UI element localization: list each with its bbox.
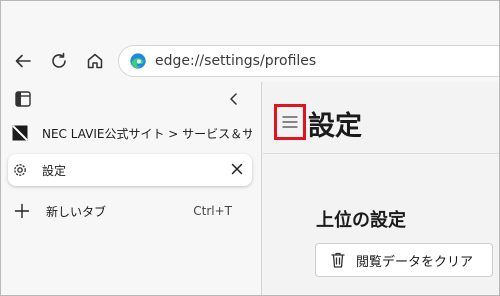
hamburger-menu-icon — [282, 116, 298, 128]
browser-toolbar: edge://settings/profiles — [0, 0, 500, 82]
address-bar[interactable]: edge://settings/profiles — [118, 45, 500, 77]
edge-logo-icon — [130, 53, 146, 69]
tab-settings[interactable]: 設定 — [8, 154, 252, 186]
back-icon — [15, 54, 31, 68]
new-tab-label: 新しいタブ — [46, 204, 107, 219]
back-button[interactable] — [10, 48, 36, 74]
page-title: 設定 — [308, 111, 362, 142]
section-title: 上位の設定 — [316, 210, 406, 231]
nec-favicon-icon — [12, 125, 28, 141]
plus-icon — [14, 203, 30, 219]
tab-label: NEC LAVIE公式サイト > サービス＆サポート — [42, 126, 252, 141]
close-icon[interactable] — [230, 162, 244, 176]
clear-browsing-data-button[interactable]: 閲覧データをクリア — [315, 243, 493, 277]
settings-menu-button[interactable] — [274, 104, 306, 140]
new-tab-shortcut: Ctrl+T — [193, 204, 232, 218]
gear-icon — [14, 164, 26, 176]
vertical-tabs-pane: NEC LAVIE公式サイト > サービス＆サポート 設定 新しいタブ Ctrl… — [0, 82, 262, 296]
divider — [263, 153, 500, 154]
trash-icon — [331, 252, 345, 268]
home-button[interactable] — [82, 48, 108, 74]
collapse-icon[interactable] — [225, 90, 243, 108]
tab-label: 設定 — [42, 163, 67, 178]
tab-nec-lavie[interactable]: NEC LAVIE公式サイト > サービス＆サポート — [8, 118, 252, 148]
clear-button-label: 閲覧データをクリア — [356, 254, 474, 270]
refresh-icon — [52, 52, 66, 68]
url-text: edge://settings/profiles — [155, 53, 317, 69]
home-icon — [87, 53, 103, 69]
new-tab-button[interactable]: 新しいタブ Ctrl+T — [8, 197, 252, 225]
vertical-tabs-icon[interactable] — [14, 90, 32, 108]
refresh-button[interactable] — [46, 48, 72, 74]
